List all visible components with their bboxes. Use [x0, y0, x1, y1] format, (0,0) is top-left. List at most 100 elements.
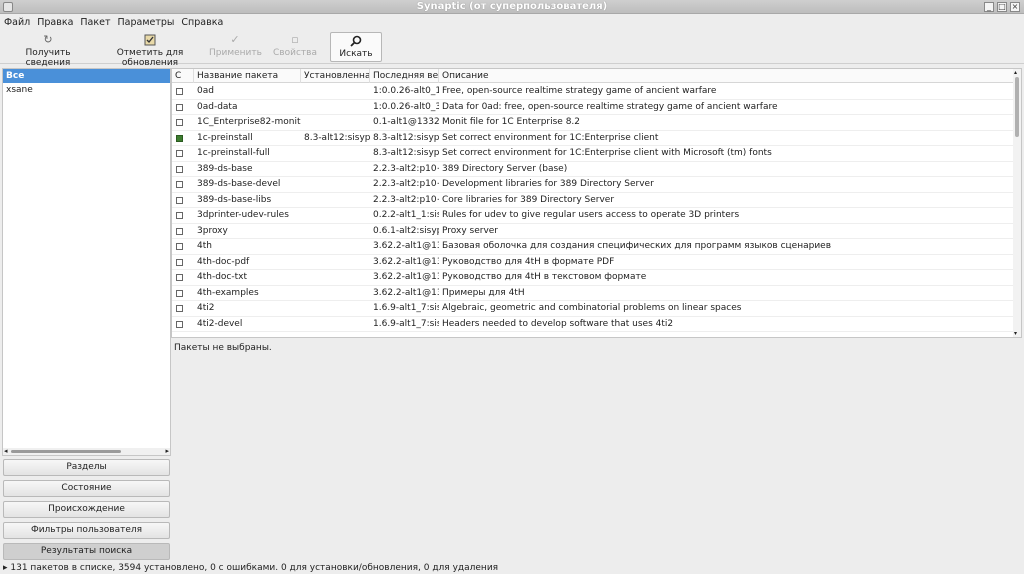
search-button[interactable]: Искать [330, 32, 382, 62]
table-row[interactable]: 0ad-data 1:0.0.26-alt0_3_alData for 0ad: … [172, 100, 1014, 115]
scroll-thumb[interactable] [1015, 77, 1019, 137]
status-checkbox[interactable] [176, 289, 183, 297]
table-row[interactable]: 1C_Enterprise82-monit 0.1-alt1@133250Moni… [172, 115, 1014, 131]
installed-version [301, 286, 370, 301]
status-checkbox[interactable] [176, 119, 183, 126]
vertical-scrollbar[interactable]: ▴ ▾ [1013, 69, 1021, 337]
status-checkbox[interactable] [176, 274, 183, 281]
table-row[interactable]: 389-ds-base-devel 2.2.3-alt2:p10+30Develo… [172, 177, 1014, 193]
package-description: Примеры для 4tH [442, 287, 525, 298]
status-checkbox[interactable] [176, 150, 183, 157]
table-row[interactable]: 4th-examples 3.62.2-alt1@1393Примеры для … [172, 286, 1014, 301]
installed-version [301, 224, 370, 239]
menu-settings[interactable]: Параметры [118, 17, 175, 28]
column-status[interactable]: С [172, 69, 194, 83]
minimize-button[interactable]: _ [984, 2, 994, 12]
scroll-left-icon[interactable]: ◂ [4, 447, 8, 455]
table-row[interactable]: 3dprinter-udev-rules 0.2.2-alt1_1:sisypRu… [172, 208, 1014, 224]
menu-edit[interactable]: Правка [37, 17, 73, 28]
properties-button[interactable]: ▫ Свойства [273, 32, 317, 62]
package-description: Руководство для 4tH в формате PDF [442, 256, 615, 267]
status-checkbox[interactable] [176, 258, 183, 266]
custom-filters-button[interactable]: Фильтры пользователя [3, 522, 170, 539]
menu-package[interactable]: Пакет [80, 17, 110, 28]
latest-version: 0.2.2-alt1_1:sisyp [373, 210, 439, 220]
installed-version [301, 208, 370, 223]
column-name[interactable]: Название пакета [194, 69, 301, 83]
package-description: Free, open-source realtime strategy game… [442, 86, 717, 96]
package-description: Set correct environment for 1C:Enterpris… [442, 132, 659, 143]
installed-version [301, 84, 370, 99]
package-name: 1c-preinstall-full [197, 148, 270, 158]
package-name: 4th-examples [197, 287, 259, 298]
status-checkbox[interactable] [176, 103, 183, 111]
status-checkbox[interactable] [176, 305, 183, 312]
package-description: Rules for udev to give regular users acc… [442, 210, 740, 220]
scroll-thumb[interactable] [11, 450, 121, 453]
filter-item[interactable]: xsane [3, 83, 170, 97]
table-row[interactable]: 389-ds-base 2.2.3-alt2:p10+30389 Director… [172, 162, 1014, 177]
table-row[interactable]: 4ti2 1.6.9-alt1_7:sisypAlgebraic, geometr… [172, 301, 1014, 317]
status-checkbox[interactable] [176, 243, 183, 250]
package-name: 389-ds-base-libs [197, 194, 272, 205]
latest-version: 2.2.3-alt2:p10+30 [373, 179, 439, 189]
filter-item-selected[interactable]: Все [3, 69, 170, 83]
toolbar: ↻ Получить сведения Отметить для обновле… [0, 30, 1024, 69]
latest-version: 3.62.2-alt1@1393 [373, 272, 439, 282]
properties-label: Свойства [273, 48, 317, 58]
table-row[interactable]: 389-ds-base-libs 2.2.3-alt2:p10+30Core li… [172, 193, 1014, 208]
package-name: 3dprinter-udev-rules [197, 210, 289, 220]
origin-button[interactable]: Происхождение [3, 501, 170, 518]
column-description[interactable]: Описание [439, 69, 1014, 83]
close-button[interactable]: × [1010, 2, 1020, 12]
status-checkbox[interactable] [176, 181, 183, 188]
table-row[interactable]: 4ti2-devel 1.6.9-alt1_7:sisypHeaders need… [172, 317, 1014, 332]
latest-version: 2.2.3-alt2:p10+30 [373, 163, 439, 174]
apply-button[interactable]: ✓ Применить [209, 32, 262, 62]
package-description: Руководство для 4tH в текстовом формате [442, 272, 647, 282]
scroll-down-icon[interactable]: ▾ [1014, 330, 1017, 337]
sections-button[interactable]: Разделы [3, 459, 170, 476]
status-checkbox[interactable] [176, 165, 183, 173]
table-row[interactable]: 4th 3.62.2-alt1@1393Базовая оболочка для … [172, 239, 1014, 255]
maximize-button[interactable]: □ [997, 2, 1007, 12]
table-row[interactable]: 4th-doc-pdf 3.62.2-alt1@1383Руководство д… [172, 255, 1014, 270]
package-name: 4th [197, 241, 212, 251]
search-results-button[interactable]: Результаты поиска [3, 543, 170, 560]
reload-button[interactable]: ↻ Получить сведения [6, 32, 90, 69]
scroll-right-icon[interactable]: ▸ [165, 447, 169, 455]
status-checkbox[interactable] [176, 320, 183, 328]
table-row[interactable]: 0ad 1:0.0.26-alt0_1_alFree, open-source r… [172, 84, 1014, 100]
status-checkbox[interactable] [176, 134, 183, 142]
table-row[interactable]: 1c-preinstall 8.3-alt12:sisyphu8.3-alt12:… [172, 131, 1014, 146]
status-checkbox[interactable] [176, 88, 183, 95]
reload-label: Получить сведения [25, 48, 71, 68]
mark-upgrades-button[interactable]: Отметить для обновления [94, 32, 206, 68]
package-name: 389-ds-base-devel [197, 179, 281, 189]
installed-version [301, 239, 370, 254]
scroll-up-icon[interactable]: ▴ [1014, 69, 1017, 76]
menu-file[interactable]: Файл [4, 17, 30, 28]
apply-icon: ✓ [230, 33, 240, 46]
latest-version: 1:0.0.26-alt0_3_al [373, 101, 439, 112]
column-installed[interactable]: Установленная [301, 69, 370, 83]
table-row[interactable]: 4th-doc-txt 3.62.2-alt1@1393Руководство д… [172, 270, 1014, 286]
menu-help[interactable]: Справка [181, 17, 223, 28]
mark-upgrade-icon [144, 34, 156, 46]
package-description: 389 Directory Server (base) [442, 163, 568, 174]
table-row[interactable]: 3proxy 0.6.1-alt2:sisyphuProxy server [172, 224, 1014, 239]
status-button[interactable]: Состояние [3, 480, 170, 497]
package-description: Core libraries for 389 Directory Server [442, 194, 615, 205]
horizontal-scrollbar[interactable]: ◂ ▸ [3, 447, 170, 455]
package-description: Data for 0ad: free, open-source realtime… [442, 101, 778, 112]
latest-version: 1.6.9-alt1_7:sisyp [373, 303, 439, 313]
package-description: Algebraic, geometric and combinatorial p… [442, 303, 742, 313]
column-latest[interactable]: Последняя верс [370, 69, 439, 83]
table-header: С Название пакета Установленная Последня… [172, 69, 1014, 83]
status-checkbox[interactable] [176, 212, 183, 219]
status-checkbox[interactable] [176, 227, 183, 235]
reload-icon: ↻ [43, 33, 53, 46]
table-row[interactable]: 1c-preinstall-full 8.3-alt12:sisyphuSet c… [172, 146, 1014, 162]
installed-version [301, 115, 370, 130]
status-checkbox[interactable] [176, 196, 183, 204]
